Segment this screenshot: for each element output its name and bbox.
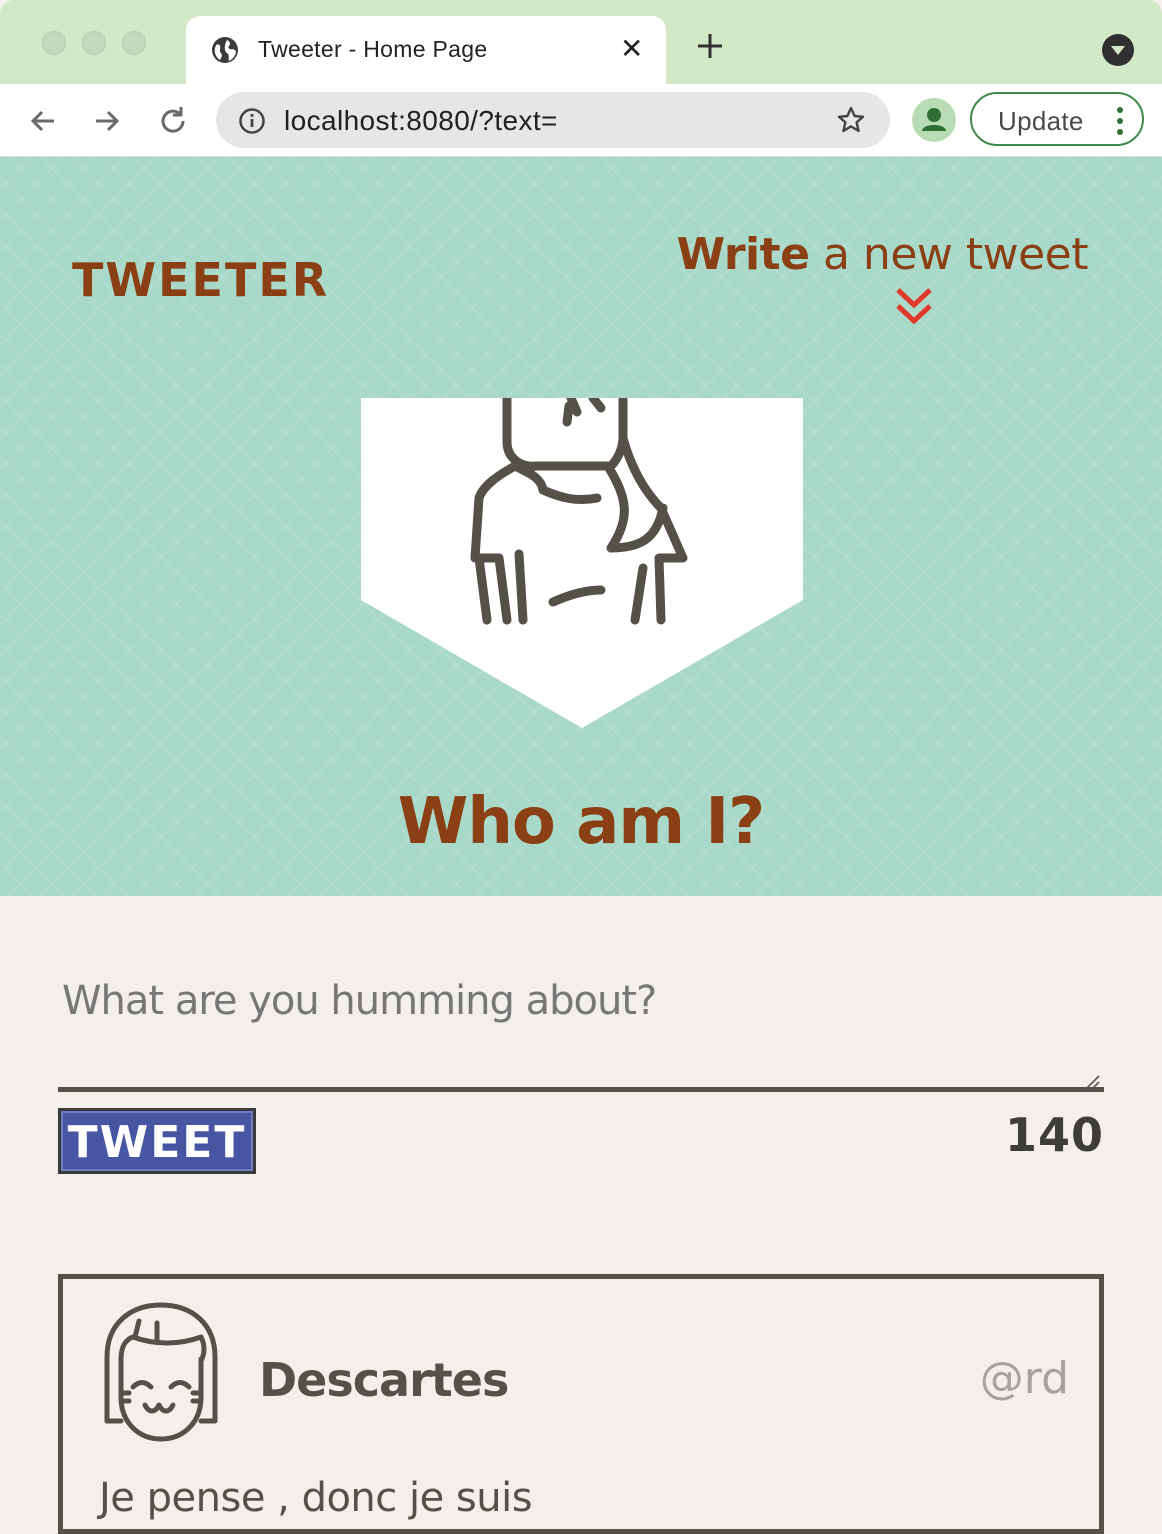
tab-search-menu-icon[interactable] [1102, 34, 1134, 66]
update-button-label: Update [998, 106, 1084, 136]
double-chevron-down-icon[interactable] [895, 287, 933, 331]
tab-title: Tweeter - Home Page [258, 36, 488, 62]
profile-title: Who am I? [397, 785, 766, 859]
back-icon[interactable] [26, 104, 60, 142]
user-avatar [99, 1301, 223, 1447]
tweet-text-input[interactable] [58, 970, 1104, 1092]
browser-toolbar: localhost:8080/?text= Update [0, 84, 1162, 157]
write-new-tweet-strong: Write [676, 229, 810, 280]
address-bar[interactable]: localhost:8080/?text= [216, 92, 890, 148]
address-text: localhost:8080/?text= [284, 105, 558, 136]
more-vertical-icon[interactable] [1116, 106, 1124, 140]
globe-icon [210, 35, 240, 69]
profile-avatar [361, 393, 803, 732]
character-counter: 140 [1004, 1108, 1104, 1162]
forward-icon[interactable] [90, 104, 124, 142]
window-close-dot[interactable] [42, 31, 66, 55]
window-zoom-dot[interactable] [122, 31, 146, 55]
write-new-tweet-rest: a new tweet [809, 229, 1089, 280]
write-new-tweet-link[interactable]: Write a new tweet [676, 229, 1089, 280]
site-info-icon[interactable] [238, 107, 266, 139]
close-tab-icon[interactable]: ✕ [620, 34, 643, 64]
browser-tab-bar: Tweeter - Home Page ✕ [0, 0, 1162, 84]
tweet-button[interactable]: TWEET [58, 1108, 256, 1174]
tweet-button-label: TWEET [67, 1117, 247, 1168]
page-header: TWEETER Write a new tweet Who am I? [0, 157, 1162, 896]
new-tab-icon[interactable] [694, 30, 726, 66]
browser-tab-active[interactable]: Tweeter - Home Page ✕ [186, 16, 666, 84]
brand-logo[interactable]: TWEETER [72, 253, 329, 307]
textarea-resize-grip-icon[interactable] [1084, 1074, 1100, 1094]
tweet-article: Descartes @rd Je pense , donc je suis [58, 1274, 1104, 1534]
window-minimize-dot[interactable] [82, 31, 106, 55]
bookmark-star-icon[interactable] [836, 105, 866, 139]
tweet-author-name: Descartes [259, 1353, 509, 1407]
tweet-author-handle: @rd [979, 1353, 1069, 1404]
tweet-content: Je pense , donc je suis [99, 1475, 533, 1521]
reload-icon[interactable] [156, 104, 190, 142]
profile-avatar-icon[interactable] [912, 98, 956, 142]
update-button[interactable]: Update [970, 92, 1144, 146]
